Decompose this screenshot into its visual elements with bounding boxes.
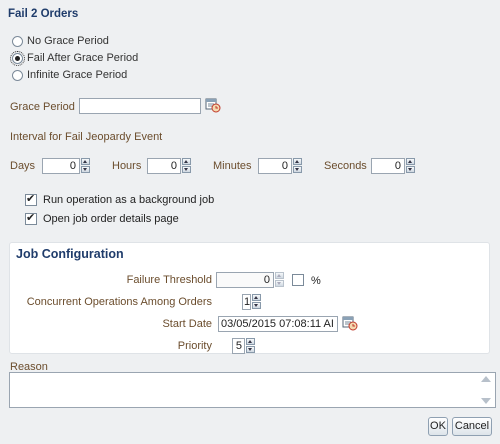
- radio-button[interactable]: [12, 35, 23, 47]
- days-label: Days: [10, 160, 36, 172]
- grace-period-label: Grace Period: [10, 101, 75, 113]
- dialog-title: Fail 2 Orders: [8, 8, 79, 20]
- increment-arrow[interactable]: [81, 158, 90, 165]
- decrement-arrow[interactable]: [246, 346, 255, 353]
- seconds-label: Seconds: [324, 160, 367, 172]
- increment-arrow[interactable]: [293, 158, 302, 165]
- percent-label: %: [311, 275, 321, 287]
- increment-arrow[interactable]: [275, 272, 284, 279]
- hours-label: Hours: [112, 160, 142, 172]
- concurrent-operations-stepper[interactable]: [252, 294, 261, 310]
- ok-button[interactable]: OK: [428, 417, 448, 436]
- calendar-clock-icon[interactable]: [205, 98, 221, 113]
- radio-infinite-grace[interactable]: Infinite Grace Period: [12, 69, 127, 81]
- background-job-label: Run operation as a background job: [43, 194, 215, 206]
- background-job-checkbox[interactable]: [25, 192, 37, 206]
- failure-threshold-input[interactable]: 0: [216, 272, 274, 288]
- radio-no-grace[interactable]: No Grace Period: [12, 35, 109, 47]
- seconds-stepper[interactable]: [406, 158, 415, 174]
- open-details-label: Open job order details page: [43, 213, 179, 225]
- radio-label: Fail After Grace Period: [27, 52, 139, 64]
- scroll-down-arrow[interactable]: [481, 398, 491, 404]
- hours-input[interactable]: 0: [147, 158, 181, 174]
- minutes-label: Minutes: [213, 160, 252, 172]
- days-stepper[interactable]: [81, 158, 90, 174]
- days-input[interactable]: 0: [42, 158, 80, 174]
- concurrent-operations-label: Concurrent Operations Among Orders: [26, 296, 212, 308]
- scroll-up-arrow[interactable]: [481, 376, 491, 382]
- decrement-arrow[interactable]: [252, 302, 261, 309]
- reason-textarea[interactable]: [9, 372, 496, 408]
- seconds-input[interactable]: 0: [371, 158, 405, 174]
- percent-checkbox[interactable]: [292, 274, 304, 286]
- decrement-arrow[interactable]: [406, 166, 415, 173]
- decrement-arrow[interactable]: [275, 280, 284, 287]
- priority-input[interactable]: 5: [232, 338, 245, 354]
- decrement-arrow[interactable]: [81, 166, 90, 173]
- job-configuration-title: Job Configuration: [16, 247, 124, 261]
- failure-threshold-stepper[interactable]: [275, 272, 284, 288]
- priority-label: Priority: [177, 340, 212, 352]
- interval-label: Interval for Fail Jeopardy Event: [10, 131, 163, 143]
- radio-button[interactable]: [12, 69, 23, 81]
- decrement-arrow[interactable]: [182, 166, 191, 173]
- start-date-input[interactable]: 03/05/2015 07:08:11 AI: [218, 316, 338, 332]
- failure-threshold-label: Failure Threshold: [126, 274, 212, 286]
- hours-stepper[interactable]: [182, 158, 191, 174]
- start-date-label: Start Date: [162, 318, 212, 330]
- priority-stepper[interactable]: [246, 338, 255, 354]
- minutes-stepper[interactable]: [293, 158, 302, 174]
- cancel-button[interactable]: Cancel: [452, 417, 492, 436]
- decrement-arrow[interactable]: [293, 166, 302, 173]
- calendar-clock-icon[interactable]: [342, 316, 358, 331]
- minutes-input[interactable]: 0: [258, 158, 292, 174]
- increment-arrow[interactable]: [246, 338, 255, 345]
- increment-arrow[interactable]: [182, 158, 191, 165]
- radio-fail-after-grace[interactable]: Fail After Grace Period: [10, 50, 139, 66]
- open-details-checkbox[interactable]: [25, 211, 37, 225]
- concurrent-operations-input[interactable]: 1: [242, 294, 251, 310]
- increment-arrow[interactable]: [252, 294, 261, 301]
- grace-period-input[interactable]: [79, 98, 201, 114]
- radio-label: No Grace Period: [27, 35, 109, 47]
- increment-arrow[interactable]: [406, 158, 415, 165]
- radio-button-selected[interactable]: [10, 50, 25, 66]
- radio-label: Infinite Grace Period: [27, 69, 128, 81]
